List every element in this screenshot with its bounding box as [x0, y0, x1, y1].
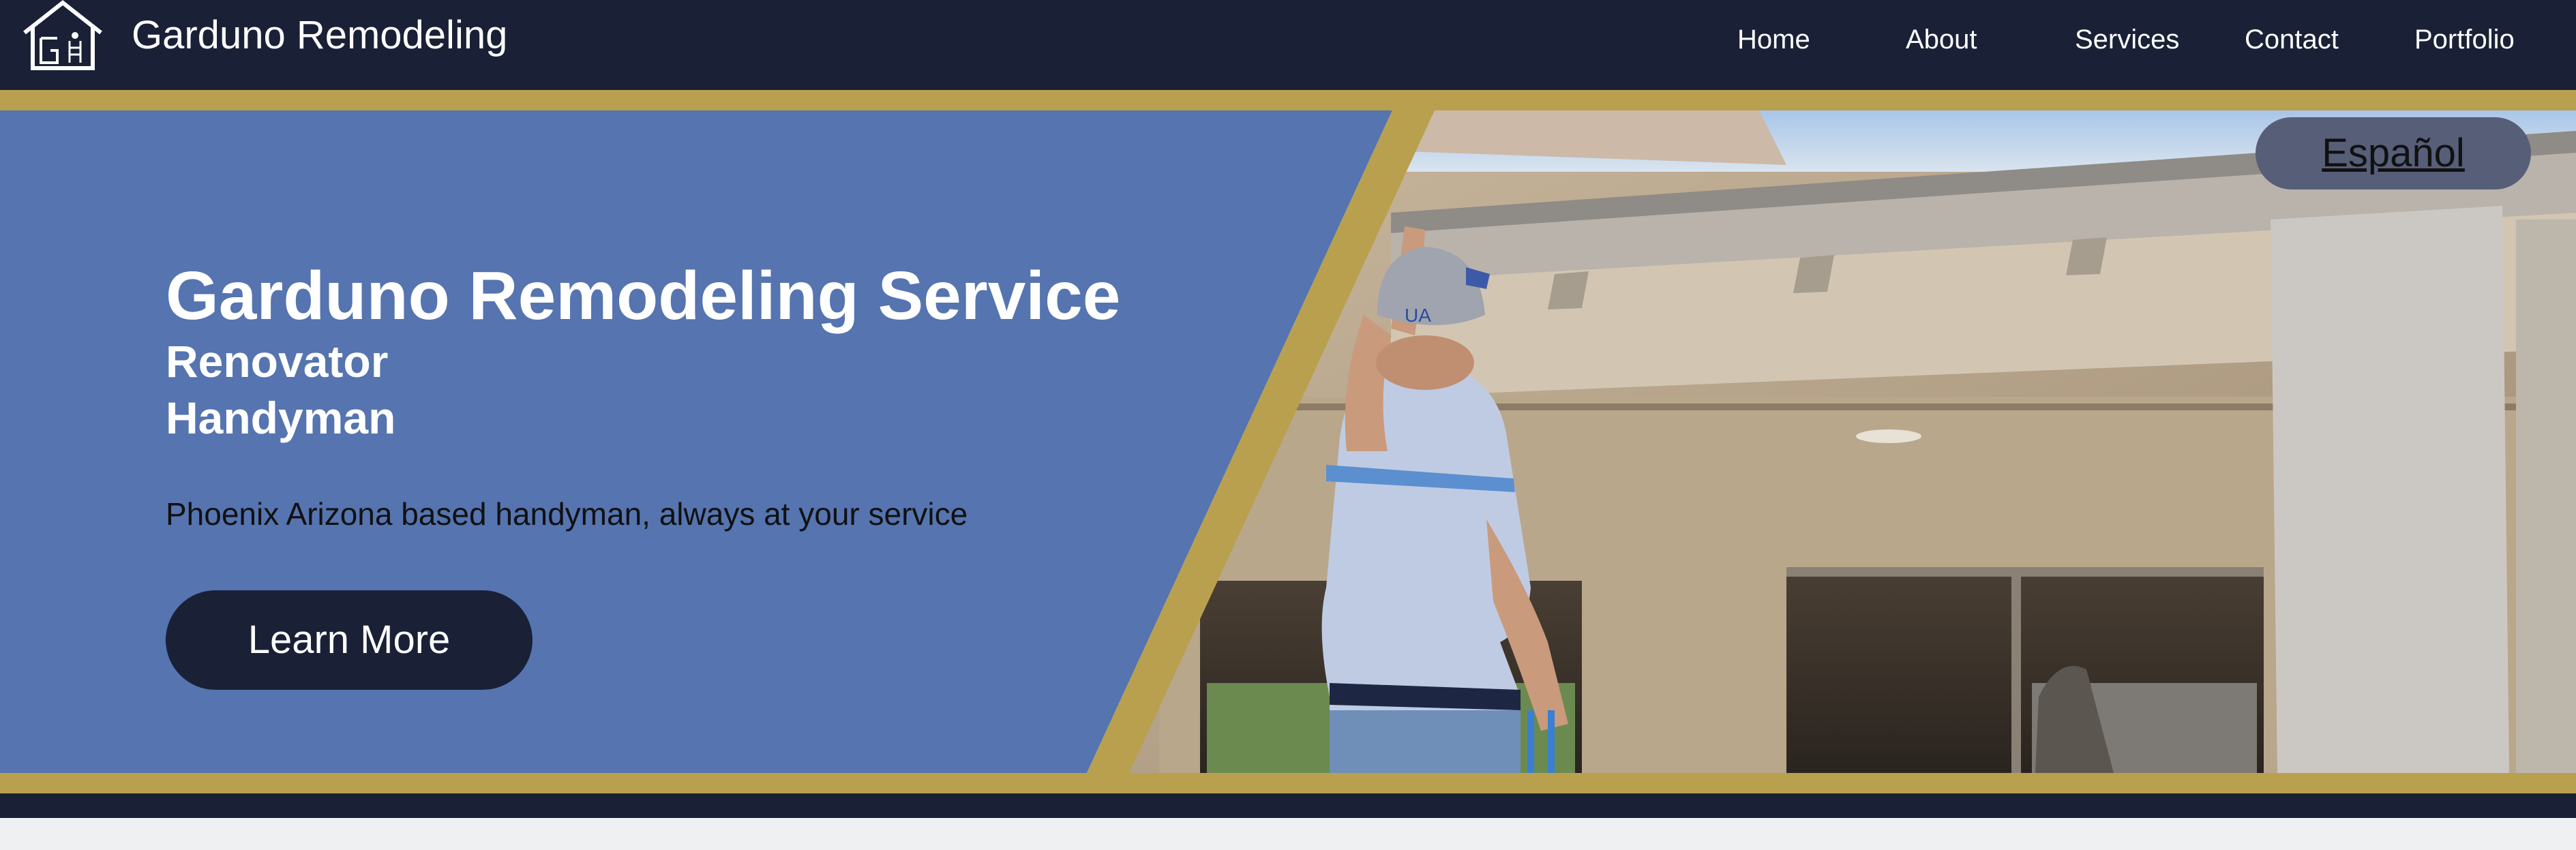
site-header: Garduno Remodeling Home About Services C…: [0, 0, 2576, 90]
hero-section: UA Garduno Remodeling Service Renovator …: [0, 110, 2576, 773]
brand-name[interactable]: Garduno Remodeling: [132, 10, 507, 61]
language-toggle-button[interactable]: Español: [2256, 117, 2531, 189]
page-content-area: [0, 818, 2576, 850]
hero-description: Phoenix Arizona based handyman, always a…: [166, 496, 968, 532]
gold-divider-bottom: [0, 773, 2576, 793]
learn-more-button[interactable]: Learn More: [166, 590, 533, 690]
hero-subtitle-handyman: Handyman: [166, 393, 396, 443]
nav-portfolio[interactable]: Portfolio: [2414, 20, 2515, 59]
nav-contact[interactable]: Contact: [2245, 20, 2339, 59]
house-with-tools-logo-icon[interactable]: [20, 0, 105, 71]
svg-text:UA: UA: [1405, 305, 1431, 326]
hero-title: Garduno Remodeling Service: [166, 258, 1121, 334]
nav-services[interactable]: Services: [2075, 20, 2179, 59]
gold-divider-top: [0, 90, 2576, 110]
navy-divider-bottom: [0, 793, 2576, 818]
hero-subtitle-renovator: Renovator: [166, 336, 389, 386]
nav-about[interactable]: About: [1906, 20, 1977, 59]
nav-home[interactable]: Home: [1737, 20, 1810, 59]
